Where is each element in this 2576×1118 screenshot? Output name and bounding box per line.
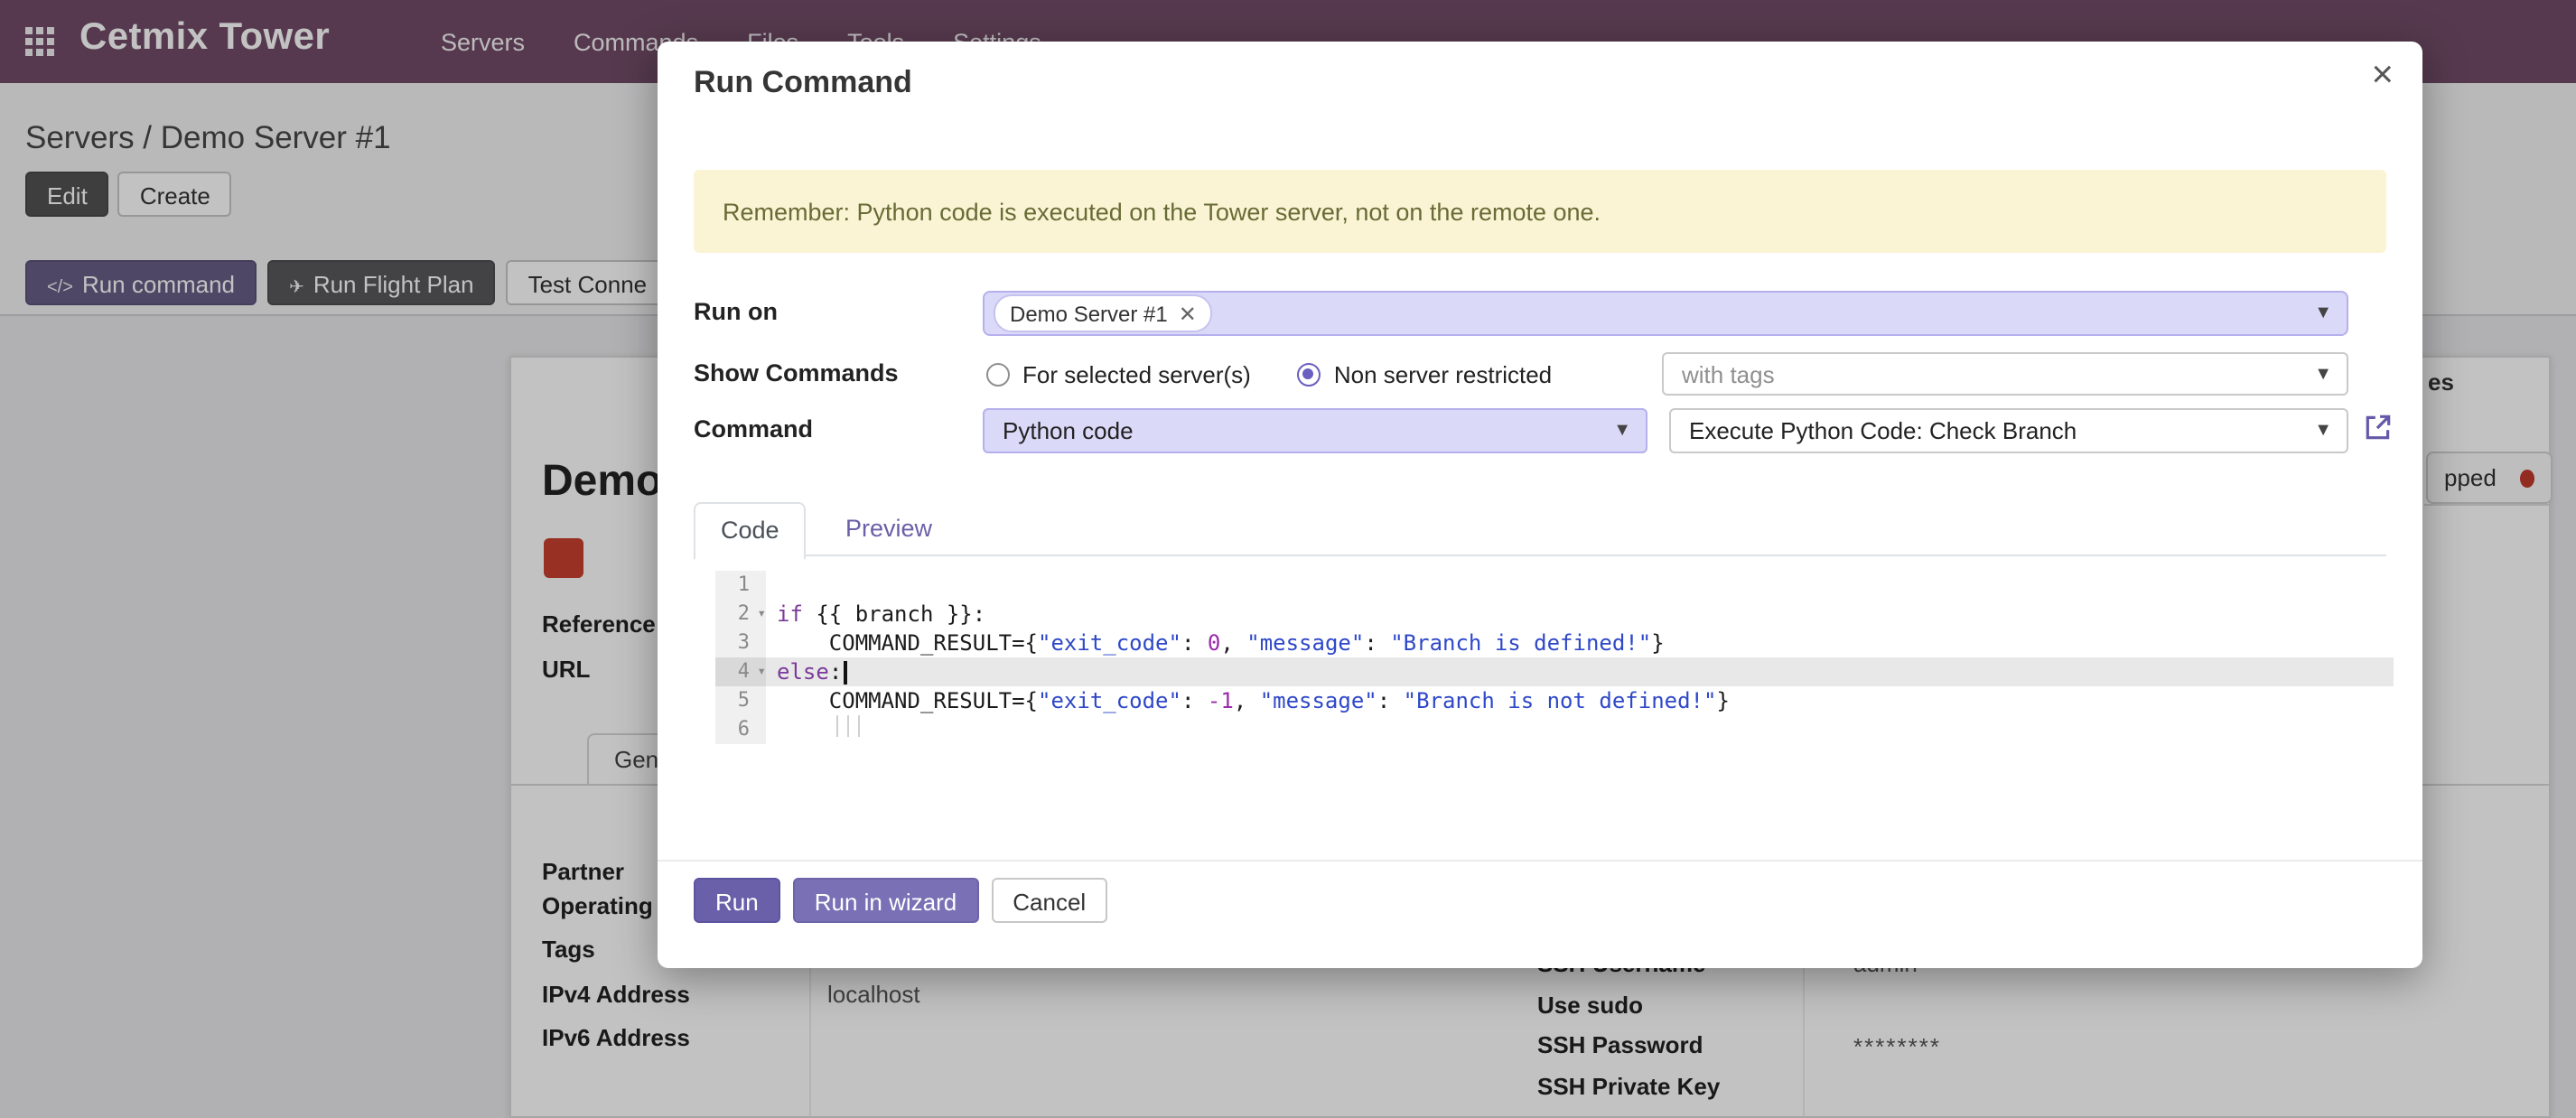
command-label: Command	[694, 415, 813, 443]
run-command-modal: Run Command × Remember: Python code is e…	[658, 42, 2422, 968]
warning-alert: Remember: Python code is executed on the…	[694, 170, 2386, 253]
code-editor[interactable]: 12▾if {{ branch }}:3 COMMAND_RESULT={"ex…	[715, 571, 2394, 744]
code-text[interactable]: COMMAND_RESULT={"exit_code": 0, "message…	[766, 629, 2394, 657]
external-link-icon[interactable]	[2363, 412, 2394, 443]
code-text[interactable]: if {{ branch }}:	[766, 600, 2394, 629]
code-line-4[interactable]: 4▾else:	[715, 657, 2394, 686]
show-commands-radio-group: For selected server(s) Non server restri…	[986, 356, 1552, 392]
footer-divider	[658, 860, 2422, 862]
line-number[interactable]: 6	[715, 715, 766, 744]
modal-footer: Run Run in wizard Cancel	[694, 878, 1107, 923]
code-text[interactable]	[766, 571, 2394, 600]
indent-guides	[827, 715, 860, 737]
code-text[interactable]: COMMAND_RESULT={"exit_code": -1, "messag…	[766, 686, 2394, 715]
fold-arrow-icon[interactable]: ▾	[757, 600, 766, 629]
modal-title: Run Command	[694, 65, 912, 101]
radio-for-selected-servers[interactable]: For selected server(s)	[986, 360, 1251, 387]
line-number[interactable]: 3	[715, 629, 766, 657]
code-line-1[interactable]: 1	[715, 571, 2394, 600]
server-tag-label: Demo Server #1	[1010, 301, 1168, 326]
radio-non-server-restricted[interactable]: Non server restricted	[1298, 360, 1552, 387]
remove-tag-icon[interactable]: ✕	[1179, 301, 1197, 326]
radio-circle-icon[interactable]	[986, 362, 1010, 386]
alert-text: Remember: Python code is executed on the…	[723, 198, 1601, 225]
run-button[interactable]: Run	[694, 878, 780, 923]
code-line-3[interactable]: 3 COMMAND_RESULT={"exit_code": 0, "messa…	[715, 629, 2394, 657]
run-on-select[interactable]: Demo Server #1 ✕ ▼	[983, 291, 2348, 336]
server-tag-pill[interactable]: Demo Server #1 ✕	[994, 294, 1213, 332]
code-line-2[interactable]: 2▾if {{ branch }}:	[715, 600, 2394, 629]
tab-preview[interactable]: Preview	[820, 502, 957, 556]
code-text[interactable]	[766, 715, 2394, 744]
with-tags-select[interactable]: with tags ▼	[1662, 352, 2348, 396]
close-icon[interactable]: ×	[2371, 56, 2394, 94]
code-text[interactable]: else:	[766, 657, 2394, 686]
screen: Cetmix Tower ServersCommandsFilesToolsSe…	[0, 0, 2576, 1118]
with-tags-placeholder: with tags	[1682, 360, 1775, 387]
code-line-6[interactable]: 6	[715, 715, 2394, 744]
show-commands-label: Show Commands	[694, 359, 899, 387]
cancel-button[interactable]: Cancel	[991, 878, 1107, 923]
line-number[interactable]: 4▾	[715, 657, 766, 686]
code-line-5[interactable]: 5 COMMAND_RESULT={"exit_code": -1, "mess…	[715, 686, 2394, 715]
radio-circle-selected-icon[interactable]	[1298, 362, 1321, 386]
chevron-down-icon: ▼	[2314, 421, 2332, 441]
chevron-down-icon: ▼	[2314, 364, 2332, 384]
line-number[interactable]: 1	[715, 571, 766, 600]
command-select[interactable]: Execute Python Code: Check Branch ▼	[1669, 408, 2348, 453]
run-on-label: Run on	[694, 298, 778, 325]
tab-code[interactable]: Code	[694, 502, 807, 560]
chevron-down-icon: ▼	[2314, 303, 2332, 323]
command-type-select[interactable]: Python code ▼	[983, 408, 1647, 453]
text-cursor	[844, 661, 847, 685]
line-number[interactable]: 5	[715, 686, 766, 715]
chevron-down-icon: ▼	[1613, 421, 1631, 441]
fold-arrow-icon[interactable]: ▾	[757, 657, 766, 686]
line-number[interactable]: 2▾	[715, 600, 766, 629]
run-in-wizard-button[interactable]: Run in wizard	[793, 878, 979, 923]
